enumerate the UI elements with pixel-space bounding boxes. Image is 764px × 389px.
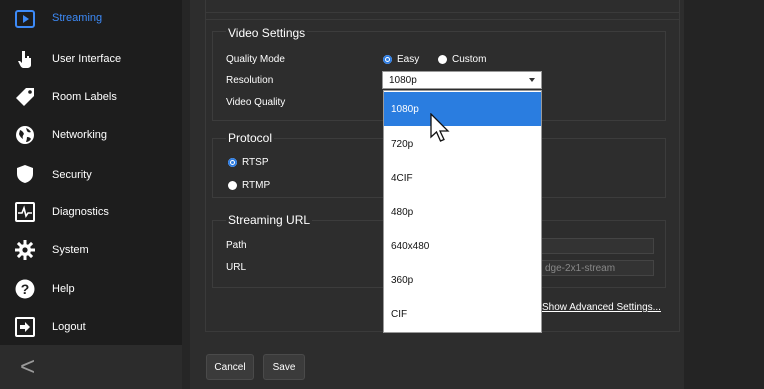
url-label: URL bbox=[226, 262, 247, 273]
path-label: Path bbox=[226, 240, 247, 251]
protocol-rtmp-radio[interactable]: RTMP bbox=[228, 180, 270, 191]
sidebar: Streaming User Interface Room Labels Net… bbox=[0, 0, 182, 345]
radio-selected-icon bbox=[383, 55, 392, 64]
chevron-down-icon bbox=[529, 78, 535, 82]
pulse-icon bbox=[14, 201, 36, 223]
sidebar-item-label: Help bbox=[52, 283, 75, 295]
radio-label: RTSP bbox=[242, 157, 269, 168]
resolution-option[interactable]: 360p bbox=[384, 263, 541, 297]
radio-label: Custom bbox=[452, 54, 487, 65]
quality-easy-radio[interactable]: Easy bbox=[383, 54, 419, 65]
sidebar-item-networking[interactable]: Networking bbox=[0, 116, 182, 154]
url-field[interactable]: dge-2x1-stream bbox=[540, 260, 654, 276]
streaming-url-title: Streaming URL bbox=[226, 213, 313, 227]
radio-label: Easy bbox=[397, 54, 420, 65]
radio-label: RTMP bbox=[242, 180, 271, 191]
radio-unselected-icon bbox=[228, 181, 237, 190]
sidebar-item-help[interactable]: ? Help bbox=[0, 270, 182, 308]
sidebar-item-label: System bbox=[52, 244, 89, 256]
sidebar-item-system[interactable]: System bbox=[0, 231, 182, 269]
sidebar-item-label: Security bbox=[52, 169, 92, 181]
resolution-dropdown-list: 1080p 720p 4CIF 480p 640x480 360p CIF bbox=[383, 90, 542, 333]
resolution-label: Resolution bbox=[226, 75, 274, 86]
save-button[interactable]: Save bbox=[263, 354, 305, 380]
sidebar-item-label: Networking bbox=[52, 129, 108, 141]
svg-text:?: ? bbox=[21, 281, 30, 297]
resolution-option[interactable]: 4CIF bbox=[384, 161, 541, 195]
sidebar-item-label: Logout bbox=[52, 321, 86, 333]
resolution-select-value: 1080p bbox=[389, 75, 417, 86]
protocol-title: Protocol bbox=[226, 131, 275, 145]
quality-custom-radio[interactable]: Custom bbox=[438, 54, 486, 65]
sidebar-item-label: Streaming bbox=[52, 12, 103, 24]
globe-icon bbox=[14, 124, 36, 146]
resolution-option[interactable]: 1080p bbox=[384, 92, 541, 126]
resolution-option[interactable]: 640x480 bbox=[384, 229, 541, 263]
resolution-select[interactable]: 1080p bbox=[382, 71, 542, 89]
resolution-option[interactable]: 720p bbox=[384, 127, 541, 161]
video-quality-label: Video Quality bbox=[226, 97, 286, 108]
sidebar-item-user-interface[interactable]: User Interface bbox=[0, 40, 182, 78]
show-advanced-settings-link[interactable]: Show Advanced Settings... bbox=[542, 302, 661, 313]
sidebar-item-label: Room Labels bbox=[52, 91, 117, 103]
mouse-cursor-icon bbox=[430, 112, 452, 150]
question-icon: ? bbox=[14, 278, 36, 300]
shield-icon bbox=[14, 163, 36, 185]
sidebar-item-logout[interactable]: Logout bbox=[0, 308, 182, 346]
sidebar-item-security[interactable]: Security bbox=[0, 155, 182, 193]
video-settings-title: Video Settings bbox=[226, 26, 308, 40]
url-value: dge-2x1-stream bbox=[545, 263, 616, 274]
radio-unselected-icon bbox=[438, 55, 447, 64]
resolution-option[interactable]: CIF bbox=[384, 297, 541, 331]
sidebar-item-room-labels[interactable]: Room Labels bbox=[0, 78, 182, 116]
sidebar-item-streaming[interactable]: Streaming bbox=[0, 0, 182, 38]
resolution-option[interactable]: 480p bbox=[384, 195, 541, 229]
path-field[interactable] bbox=[540, 238, 654, 254]
collapse-sidebar-icon[interactable]: < bbox=[20, 353, 35, 379]
sidebar-item-label: Diagnostics bbox=[52, 206, 109, 218]
radio-selected-icon bbox=[228, 158, 237, 167]
cancel-button[interactable]: Cancel bbox=[206, 354, 254, 380]
gear-icon bbox=[14, 239, 36, 261]
sidebar-item-label: User Interface bbox=[52, 53, 122, 65]
protocol-rtsp-radio[interactable]: RTSP bbox=[228, 157, 269, 168]
sidebar-item-diagnostics[interactable]: Diagnostics bbox=[0, 193, 182, 231]
quality-mode-label: Quality Mode bbox=[226, 54, 285, 65]
hand-pointer-icon bbox=[14, 48, 36, 70]
play-icon bbox=[14, 8, 36, 30]
right-margin bbox=[684, 0, 764, 389]
tag-icon bbox=[14, 86, 36, 108]
logout-icon bbox=[14, 316, 36, 338]
